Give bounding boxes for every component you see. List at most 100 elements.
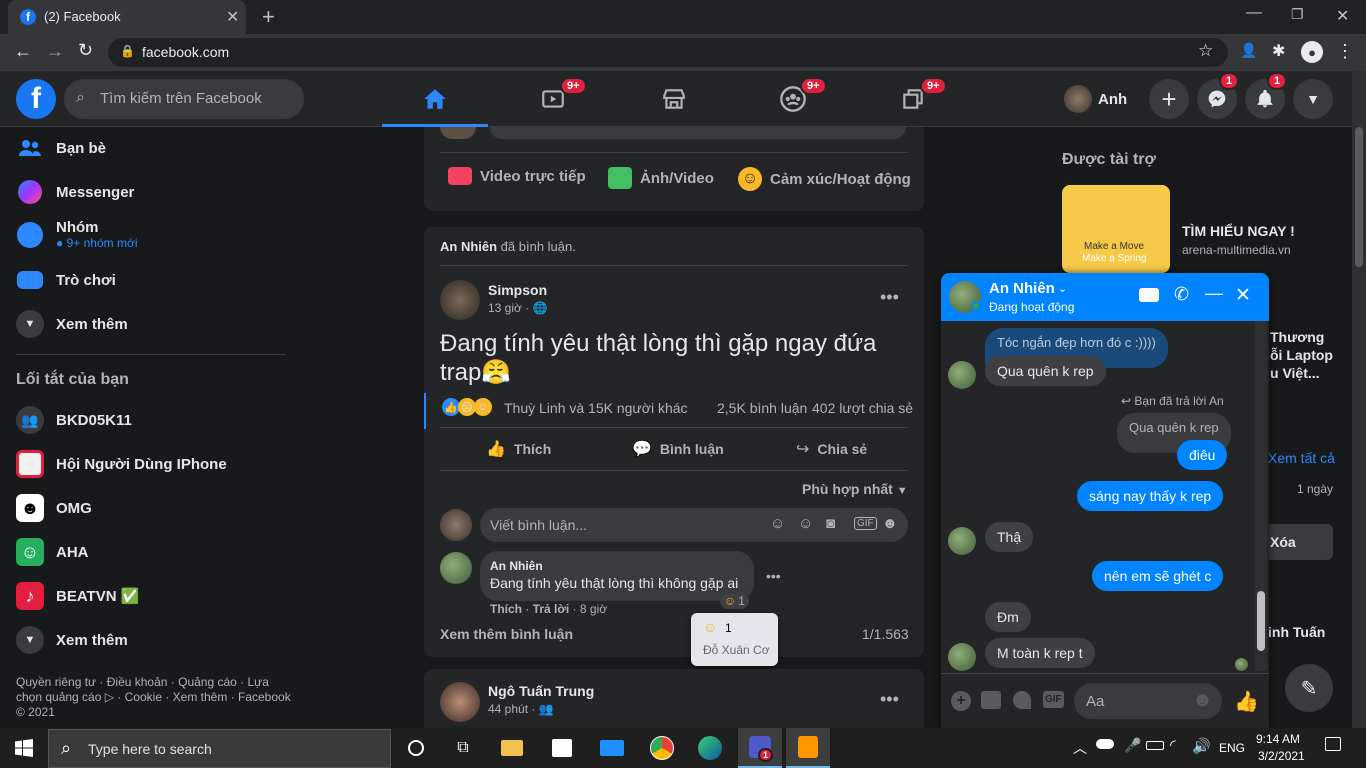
comment-reply-link[interactable]: Trả lời: [533, 602, 570, 616]
video-call-icon[interactable]: [1139, 288, 1159, 302]
chat-emoji-icon[interactable]: ☻: [1192, 689, 1213, 712]
chrome-button[interactable]: [640, 728, 684, 768]
post2-time[interactable]: 44 phút · 👥: [488, 702, 554, 716]
close-window-icon[interactable]: ✕: [1336, 6, 1349, 26]
reactions-text[interactable]: Thuỳ Linh và 15K người khác: [504, 400, 688, 416]
start-button[interactable]: [2, 728, 46, 768]
tab-close-icon[interactable]: ✕: [226, 7, 239, 27]
post-options-icon[interactable]: •••: [880, 287, 899, 308]
nav-friends[interactable]: Bạn bè: [16, 134, 106, 162]
profile-chip[interactable]: Anh: [1064, 82, 1140, 116]
edge-button[interactable]: [688, 728, 732, 768]
store-button[interactable]: [540, 728, 584, 768]
new-tab-icon[interactable]: +: [262, 4, 275, 30]
page-scrollbar[interactable]: [1352, 71, 1366, 728]
account-menu-button[interactable]: ▼: [1293, 79, 1333, 119]
phone-call-icon[interactable]: ✆: [1174, 284, 1189, 305]
ad2-line2[interactable]: ỗi Laptop: [1270, 347, 1333, 363]
chat-message-input[interactable]: Aa ☻: [1074, 683, 1222, 719]
photo-video-button[interactable]: Ảnh/Video: [608, 167, 714, 189]
post-author[interactable]: Simpson: [488, 282, 547, 298]
comment-author[interactable]: An Nhiên: [490, 559, 543, 573]
chat-gif-icon[interactable]: GIF: [1043, 691, 1064, 708]
clock-date[interactable]: 3/2/2021: [1258, 749, 1305, 763]
new-message-button[interactable]: ✎: [1285, 664, 1333, 712]
see-all-link[interactable]: Xem tất cả: [1268, 450, 1335, 466]
nav-marketplace[interactable]: [615, 71, 733, 127]
ad-image[interactable]: Make a Move Make a Spring: [1062, 185, 1170, 273]
ad2-line3[interactable]: u Việt...: [1270, 365, 1320, 381]
reload-icon[interactable]: ↻: [78, 40, 93, 61]
activity-name[interactable]: An Nhiên: [440, 239, 497, 254]
gif-icon[interactable]: GIF: [854, 517, 877, 530]
shortcut-aha[interactable]: ☺ AHA: [16, 538, 89, 566]
teams-button[interactable]: 1: [738, 728, 782, 768]
comment-input[interactable]: Viết bình luận... ☺ ☺ ◙ GIF ☻: [480, 508, 908, 542]
facebook-logo[interactable]: f: [16, 79, 56, 119]
page-scrollbar-thumb[interactable]: [1355, 127, 1363, 267]
post2-author[interactable]: Ngô Tuấn Trung: [488, 683, 594, 699]
shortcut-bkd05k11[interactable]: 👥 BKD05K11: [16, 406, 132, 434]
shortcut-iphone[interactable]: Hội Người Dùng IPhone: [16, 450, 227, 478]
comment-button[interactable]: 💬 Bình luận: [632, 439, 724, 459]
shortcuts-see-more[interactable]: ▼ Xem thêm: [16, 626, 128, 654]
share-button[interactable]: ↪ Chia sẻ: [796, 439, 867, 459]
nav-watch[interactable]: 9+: [494, 71, 612, 127]
nav-gaming-left[interactable]: Trò chơi: [16, 266, 116, 294]
task-view-button[interactable]: ⧉: [441, 728, 485, 768]
shares-count[interactable]: 402 lượt chia sẻ: [812, 400, 913, 416]
action-center-icon[interactable]: [1325, 737, 1341, 751]
messenger-button[interactable]: 1: [1197, 72, 1240, 119]
author-avatar[interactable]: [440, 280, 480, 320]
avatar-sticker-icon[interactable]: ☺: [770, 515, 785, 532]
chat-scrollbar-thumb[interactable]: [1257, 591, 1265, 651]
sublime-button[interactable]: [786, 728, 830, 768]
url-field[interactable]: 🔒 facebook.com ☆: [108, 38, 1228, 67]
contact-name[interactable]: inh Tuấn: [1268, 624, 1325, 640]
comment-like-link[interactable]: Thích: [490, 602, 522, 616]
minimize-window-icon[interactable]: —: [1246, 4, 1262, 22]
chat-thumbs-up-icon[interactable]: 👍: [1234, 689, 1259, 714]
chrome-menu-icon[interactable]: ⋮: [1336, 41, 1354, 62]
chat-sticker-icon[interactable]: [1013, 691, 1031, 709]
nav-home[interactable]: [376, 71, 494, 127]
volume-icon[interactable]: 🔊: [1192, 737, 1211, 755]
search-box[interactable]: ⌕ Tìm kiếm trên Facebook: [64, 79, 304, 119]
forward-icon[interactable]: →: [46, 41, 64, 62]
reaction-icons[interactable]: 👍 ☹ ☺: [442, 398, 492, 416]
extension-profile-icon[interactable]: 👤: [1240, 42, 1257, 59]
taskbar-search[interactable]: ⌕ Type here to search: [48, 729, 391, 768]
browser-tab[interactable]: f (2) Facebook ✕: [8, 0, 246, 34]
battery-icon[interactable]: [1146, 741, 1164, 750]
bookmark-star-icon[interactable]: ☆: [1198, 41, 1213, 61]
see-more-comments[interactable]: Xem thêm bình luận: [440, 626, 573, 642]
composer-input-stub[interactable]: [490, 127, 906, 139]
nav-groups[interactable]: 9+: [734, 71, 852, 127]
ad-domain[interactable]: arena-multimedia.vn: [1182, 243, 1291, 257]
delete-button[interactable]: Xóa: [1262, 524, 1333, 560]
nav-messenger[interactable]: Messenger: [16, 178, 134, 206]
post-time[interactable]: 13 giờ · 🌐: [488, 301, 548, 315]
nav-groups-left[interactable]: Nhóm ● 9+ nhóm mới: [16, 219, 137, 250]
comment-reaction[interactable]: ☺ 1: [720, 593, 749, 609]
show-hidden-icons-icon[interactable]: ︿: [1073, 738, 1087, 758]
create-button[interactable]: +: [1149, 79, 1189, 119]
wifi-icon[interactable]: ◜: [1170, 736, 1176, 754]
file-explorer-button[interactable]: [490, 728, 534, 768]
minimize-chat-icon[interactable]: —: [1205, 283, 1223, 304]
sort-comments[interactable]: Phù hợp nhất ▼: [802, 481, 908, 497]
live-video-button[interactable]: Video trực tiếp: [448, 167, 586, 185]
back-icon[interactable]: ←: [14, 41, 32, 62]
comments-count[interactable]: 2,5K bình luận: [717, 400, 807, 416]
microphone-icon[interactable]: 🎤: [1124, 737, 1141, 754]
extensions-puzzle-icon[interactable]: ✱: [1272, 41, 1285, 61]
post2-options-icon[interactable]: •••: [880, 689, 899, 710]
account-avatar-icon[interactable]: ●: [1301, 41, 1323, 63]
camera-icon[interactable]: ◙: [826, 515, 835, 532]
chat-scrollbar[interactable]: [1255, 321, 1267, 671]
shortcut-beatvn[interactable]: ♪ BEATVN ✅: [16, 582, 139, 610]
restore-window-icon[interactable]: ❐: [1291, 6, 1304, 23]
onedrive-icon[interactable]: [1096, 739, 1114, 749]
cortana-button[interactable]: [394, 728, 438, 768]
feeling-button[interactable]: ☺ Cảm xúc/Hoạt động: [738, 167, 911, 191]
